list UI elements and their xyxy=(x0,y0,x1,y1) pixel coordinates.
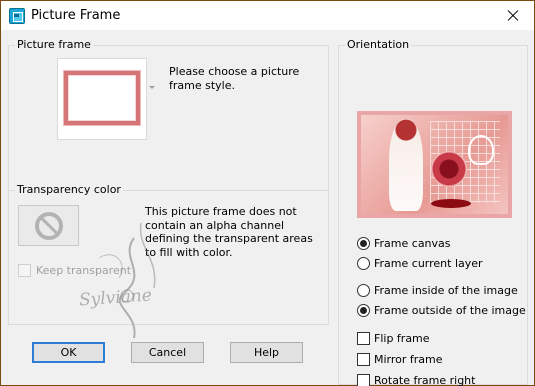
cancel-button[interactable]: Cancel xyxy=(131,342,204,363)
transparency-color-swatch xyxy=(18,205,79,246)
alpha-channel-message: This picture frame does not contain an a… xyxy=(145,205,313,259)
help-button[interactable]: Help xyxy=(230,342,303,363)
preview-woman-figure xyxy=(389,119,423,211)
preview-red-base xyxy=(431,199,471,208)
frame-style-preview xyxy=(64,71,140,125)
frame-current-layer-label: Frame current layer xyxy=(374,257,483,270)
close-icon[interactable] xyxy=(490,1,534,30)
rotate-frame-right-box[interactable] xyxy=(357,374,370,386)
frame-outside-label: Frame outside of the image xyxy=(374,304,526,317)
frame-current-layer-radio[interactable]: Frame current layer xyxy=(357,257,483,270)
rotate-frame-right-label: Rotate frame right xyxy=(374,374,476,386)
frame-outside-radio[interactable]: Frame outside of the image xyxy=(357,304,526,317)
rotate-frame-right-checkbox[interactable]: Rotate frame right xyxy=(357,374,475,386)
mirror-frame-box[interactable] xyxy=(357,353,370,366)
flip-frame-label: Flip frame xyxy=(374,332,430,345)
prohibited-icon xyxy=(35,212,63,240)
picture-frame-dialog: Picture Frame Picture frame Please choos… xyxy=(0,0,535,386)
frame-choose-message: Please choose a picture frame style. xyxy=(169,65,300,92)
window-title: Picture Frame xyxy=(31,8,121,23)
picture-frame-group-label: Picture frame xyxy=(15,38,93,51)
mirror-frame-checkbox[interactable]: Mirror frame xyxy=(357,353,443,366)
preview-swan xyxy=(468,135,494,165)
frame-inside-radio[interactable]: Frame inside of the image xyxy=(357,284,518,297)
frame-preview-image xyxy=(357,111,512,218)
frame-outside-radio-dot[interactable] xyxy=(357,304,370,317)
picture-frame-group: Picture frame Please choose a picture fr… xyxy=(8,38,329,191)
dialog-body: Picture frame Please choose a picture fr… xyxy=(1,30,534,386)
mirror-frame-label: Mirror frame xyxy=(374,353,443,366)
frame-current-layer-radio-dot[interactable] xyxy=(357,257,370,270)
orientation-group: Orientation Frame canvas Frame current l… xyxy=(338,38,528,386)
keep-transparent-label: Keep transparent xyxy=(36,264,132,277)
ok-button[interactable]: OK xyxy=(32,342,105,363)
keep-transparent-checkbox[interactable]: Keep transparent xyxy=(18,264,131,277)
flip-frame-checkbox[interactable]: Flip frame xyxy=(357,332,430,345)
chevron-down-icon[interactable] xyxy=(149,86,155,89)
transparency-color-group-label: Transparency color xyxy=(15,183,123,196)
flip-frame-box[interactable] xyxy=(357,332,370,345)
frame-canvas-label: Frame canvas xyxy=(374,237,451,250)
frame-style-picker[interactable] xyxy=(57,58,147,140)
preview-roses xyxy=(431,151,467,187)
frame-canvas-radio-dot[interactable] xyxy=(357,237,370,250)
frame-inside-label: Frame inside of the image xyxy=(374,284,518,297)
orientation-group-label: Orientation xyxy=(345,38,412,51)
keep-transparent-box[interactable] xyxy=(18,264,31,277)
frame-inside-radio-dot[interactable] xyxy=(357,284,370,297)
frame-canvas-radio[interactable]: Frame canvas xyxy=(357,237,451,250)
transparency-color-group: Transparency color This picture frame do… xyxy=(8,183,329,325)
picture-frame-app-icon xyxy=(9,8,25,24)
title-bar[interactable]: Picture Frame xyxy=(1,1,534,30)
